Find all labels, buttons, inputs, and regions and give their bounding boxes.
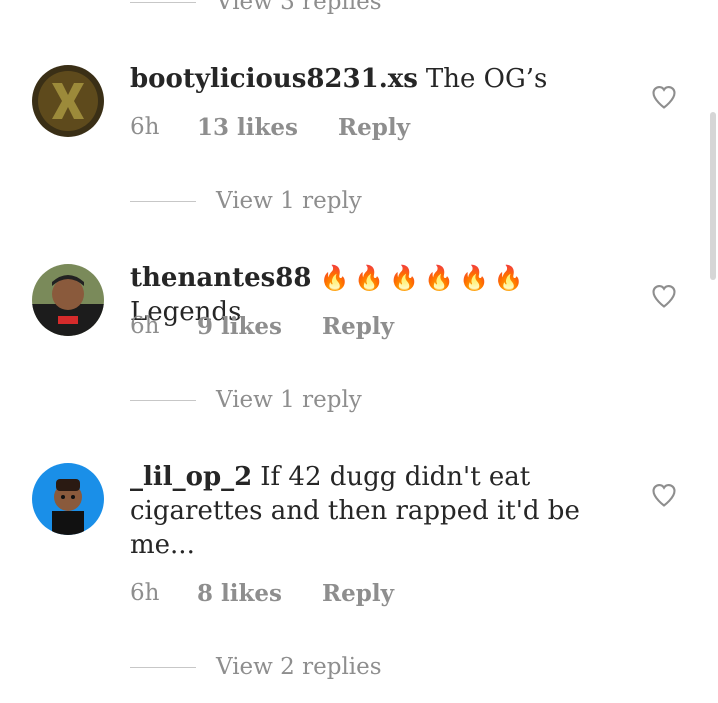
view-replies-label: View 1 reply <box>216 387 362 413</box>
reply-button[interactable]: Reply <box>322 313 394 340</box>
heart-icon[interactable] <box>650 83 678 111</box>
divider-line <box>130 1 196 3</box>
heart-icon[interactable] <box>650 282 678 310</box>
avatar-image <box>32 65 104 137</box>
avatar[interactable] <box>32 65 104 137</box>
view-replies-button[interactable]: View 1 reply <box>130 385 362 415</box>
comment-likes[interactable]: 8 likes <box>197 580 282 607</box>
comment-username[interactable]: thenantes88 <box>130 263 311 293</box>
comment-username[interactable]: bootylicious8231.xs <box>130 64 418 94</box>
comment-likes[interactable]: 9 likes <box>197 313 282 340</box>
comment-likes[interactable]: 13 likes <box>197 114 298 141</box>
view-replies-label: View 3 replies <box>216 0 382 15</box>
scrollbar[interactable] <box>710 112 716 280</box>
view-replies-button[interactable]: View 3 replies <box>130 0 382 17</box>
reply-button[interactable]: Reply <box>338 114 410 141</box>
comment-message: The OG’s <box>425 64 548 94</box>
avatar[interactable] <box>32 264 104 336</box>
comment-meta: 6h 8 likes Reply <box>130 578 394 608</box>
view-replies-label: View 2 replies <box>216 654 382 680</box>
avatar[interactable] <box>32 463 104 535</box>
divider-line <box>130 666 196 668</box>
comment-time: 6h <box>130 313 160 339</box>
reply-button[interactable]: Reply <box>322 580 394 607</box>
divider-line <box>130 399 196 401</box>
comment-meta: 6h 13 likes Reply <box>130 112 410 142</box>
comment-meta: 6h 9 likes Reply <box>130 311 394 341</box>
comment-username[interactable]: _lil_op_2 <box>130 462 252 492</box>
heart-icon[interactable] <box>650 481 678 509</box>
avatar-image <box>32 463 104 535</box>
comment-text: bootylicious8231.xs The OG’s <box>130 62 625 96</box>
comment-time: 6h <box>130 114 160 140</box>
avatar-image <box>32 264 104 336</box>
view-replies-label: View 1 reply <box>216 188 362 214</box>
view-replies-button[interactable]: View 1 reply <box>130 186 362 216</box>
view-replies-button[interactable]: View 2 replies <box>130 652 382 682</box>
comment-text: _lil_op_2 If 42 dugg didn't eat cigarette… <box>130 460 625 562</box>
fire-emoji: 🔥🔥🔥🔥🔥🔥 <box>319 264 529 292</box>
comment-time: 6h <box>130 580 160 606</box>
divider-line <box>130 200 196 202</box>
